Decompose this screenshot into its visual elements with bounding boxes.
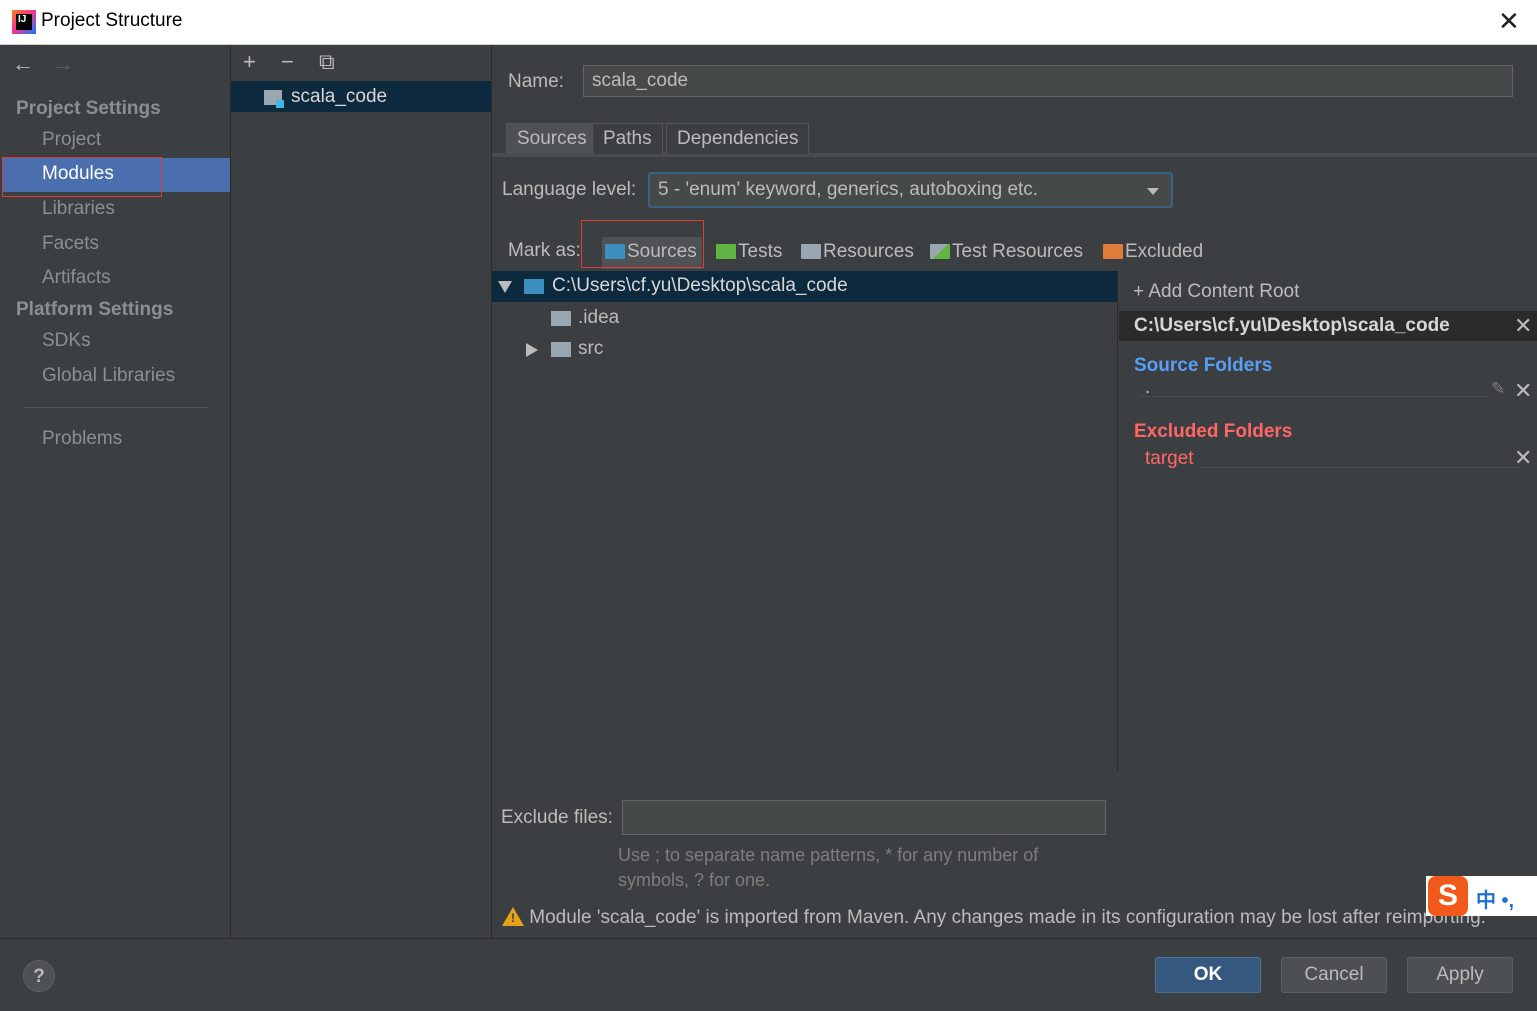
source-folders-header: Source Folders	[1134, 355, 1273, 376]
language-level-value: 5 - 'enum' keyword, generics, autoboxing…	[658, 179, 1039, 200]
help-button[interactable]: ?	[23, 960, 55, 992]
tree-row-idea[interactable]: .idea	[492, 303, 1117, 334]
module-name: scala_code	[291, 86, 388, 107]
mark-tests-button[interactable]: Tests	[716, 241, 782, 269]
warning-icon: !	[502, 907, 524, 926]
dialog-button-bar: ? OK Cancel Apply	[0, 938, 1537, 1011]
mark-excluded-button[interactable]: Excluded	[1103, 241, 1203, 269]
mark-label: Sources	[627, 241, 697, 262]
excluded-folder-item[interactable]: target	[1145, 448, 1194, 470]
tree-row-src[interactable]: src	[492, 334, 1117, 365]
name-label: Name:	[508, 71, 564, 92]
section-platform-settings: Platform Settings	[16, 299, 174, 320]
content-root-panel: + Add Content Root C:\Users\cf.yu\Deskto…	[1119, 271, 1537, 899]
section-project-settings: Project Settings	[16, 98, 161, 119]
modules-list-panel: + − ⧉ scala_code	[231, 45, 492, 938]
close-icon[interactable]: ✕	[1514, 378, 1532, 404]
sidebar-item-project[interactable]: Project	[42, 129, 101, 151]
sidebar-item-facets[interactable]: Facets	[42, 233, 99, 255]
test-resources-folder-icon	[930, 244, 950, 259]
ok-button[interactable]: OK	[1155, 957, 1261, 993]
expand-right-icon[interactable]	[526, 343, 538, 357]
close-icon[interactable]: ✕	[1514, 313, 1532, 339]
cancel-button[interactable]: Cancel	[1281, 957, 1387, 993]
sources-folder-icon	[605, 244, 625, 259]
exclude-files-input[interactable]	[622, 800, 1106, 835]
sogou-logo-icon: S	[1428, 876, 1468, 916]
module-list-item[interactable]: scala_code	[231, 81, 491, 112]
tab-paths[interactable]: Paths	[592, 123, 663, 154]
highlight-box	[2, 157, 162, 197]
mark-label: Tests	[738, 241, 783, 262]
mark-sources-button[interactable]: Sources	[605, 241, 697, 269]
title-bar: IJ Project Structure ✕	[0, 0, 1537, 45]
copy-module-button[interactable]: ⧉	[319, 49, 335, 75]
tests-folder-icon	[716, 244, 736, 259]
mark-label: Test Resources	[952, 241, 1083, 262]
remove-module-button[interactable]: −	[281, 49, 294, 75]
forward-arrow-icon[interactable]: →	[52, 51, 74, 77]
language-level-label: Language level:	[502, 179, 637, 200]
chevron-down-icon	[1147, 188, 1159, 195]
sidebar-item-sdks[interactable]: SDKs	[42, 330, 91, 352]
intellij-app-icon: IJ	[12, 10, 36, 34]
add-module-button[interactable]: +	[243, 49, 256, 75]
divider	[1199, 467, 1519, 468]
edit-pencil-icon[interactable]: ✎	[1491, 379, 1505, 399]
excluded-folder-icon	[1103, 244, 1123, 259]
content-root-path: C:\Users\cf.yu\Desktop\scala_code	[1134, 315, 1450, 336]
apply-button[interactable]: Apply	[1407, 957, 1513, 993]
tab-sources[interactable]: Sources	[506, 123, 598, 154]
divider	[1141, 396, 1489, 397]
content-tree: C:\Users\cf.yu\Desktop\scala_code .idea …	[492, 271, 1118, 771]
add-content-root-link[interactable]: + Add Content Root	[1133, 281, 1299, 303]
close-icon[interactable]: ✕	[1514, 445, 1532, 471]
window-title: Project Structure	[41, 10, 183, 31]
sidebar-item-problems[interactable]: Problems	[42, 428, 122, 450]
language-level-dropdown[interactable]: 5 - 'enum' keyword, generics, autoboxing…	[648, 172, 1173, 208]
tree-root-label: C:\Users\cf.yu\Desktop\scala_code	[552, 275, 848, 296]
maven-warning: ! Module 'scala_code' is imported from M…	[502, 907, 1486, 929]
back-arrow-icon[interactable]: ←	[12, 51, 34, 77]
settings-sidebar: ← → Project Settings Project Modules Lib…	[0, 45, 231, 938]
mark-label: Resources	[823, 241, 914, 262]
tree-item-label: src	[578, 338, 604, 359]
folder-icon	[551, 311, 571, 326]
mark-label: Excluded	[1125, 241, 1204, 262]
module-icon	[264, 90, 284, 108]
mark-as-label: Mark as:	[508, 240, 581, 261]
resources-folder-icon	[801, 244, 821, 259]
content-root-header: C:\Users\cf.yu\Desktop\scala_code ✕	[1119, 311, 1537, 341]
expand-down-icon[interactable]	[498, 281, 512, 293]
close-icon[interactable]: ✕	[1498, 6, 1520, 37]
excluded-folders-header: Excluded Folders	[1134, 421, 1293, 442]
ime-mode-label: 中 •,	[1476, 890, 1515, 912]
tree-item-label: .idea	[578, 307, 620, 328]
exclude-files-label: Exclude files:	[501, 807, 613, 828]
mark-resources-button[interactable]: Resources	[801, 241, 914, 269]
exclude-hint: Use ; to separate name patterns, * for a…	[618, 845, 1039, 890]
mark-test-resources-button[interactable]: Test Resources	[930, 241, 1083, 269]
sidebar-item-artifacts[interactable]: Artifacts	[42, 267, 111, 289]
divider	[24, 407, 208, 408]
tree-root-row[interactable]: C:\Users\cf.yu\Desktop\scala_code	[492, 271, 1117, 302]
warning-text: Module 'scala_code' is imported from Mav…	[529, 907, 1486, 928]
folder-icon	[524, 279, 544, 294]
module-name-input[interactable]	[583, 65, 1513, 97]
tab-dependencies[interactable]: Dependencies	[666, 123, 810, 154]
sidebar-item-libraries[interactable]: Libraries	[42, 198, 115, 220]
folder-icon	[551, 342, 571, 357]
ime-toolbar[interactable]: S 中 •,	[1426, 876, 1537, 916]
sidebar-item-global-libraries[interactable]: Global Libraries	[42, 365, 175, 387]
module-detail-panel: Name: Sources Paths Dependencies Languag…	[492, 45, 1537, 938]
